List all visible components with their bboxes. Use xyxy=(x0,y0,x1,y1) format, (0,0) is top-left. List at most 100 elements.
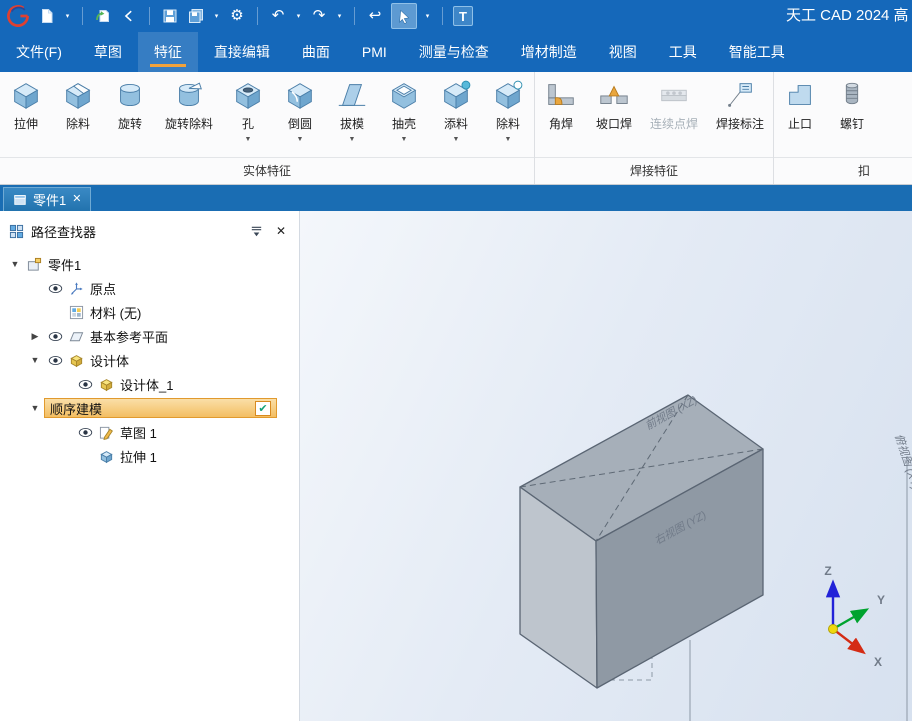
round-icon xyxy=(283,78,317,112)
caret-down-icon[interactable]: ▼ xyxy=(245,136,252,145)
ribbon-button-label: 除料 xyxy=(66,115,90,132)
tree-row-material[interactable]: 材料 (无) xyxy=(0,300,299,324)
ribbon-button-hole[interactable]: 孔 ▼ xyxy=(222,78,274,145)
ribbon-button-round[interactable]: 倒圆 ▼ xyxy=(274,78,326,145)
weld-callout-icon xyxy=(723,78,757,112)
tree-row-label: 材料 (无) xyxy=(90,303,141,322)
menu-tab-features[interactable]: 特征 xyxy=(138,32,198,72)
close-icon[interactable]: ✕ xyxy=(72,194,81,205)
expander-down-icon[interactable]: ▼ xyxy=(26,403,44,413)
model-box[interactable] xyxy=(520,395,763,688)
tree-row-design-body[interactable]: ▼ 设计体 xyxy=(0,348,299,372)
tree-row-ordered-modeling[interactable]: ▼ 顺序建模 ✔ xyxy=(0,396,299,420)
caret-down-icon[interactable]: ▾ xyxy=(212,12,221,20)
expander-right-icon[interactable]: ▶ xyxy=(26,331,44,342)
orientation-triad: Z Y X xyxy=(824,564,885,669)
tree-row-origin[interactable]: 原点 xyxy=(0,276,299,300)
cut-icon xyxy=(61,78,95,112)
viewport[interactable]: 前视图 (XZ) 俯视图 (XY) 右视图 (YZ) Z Y X xyxy=(300,211,912,721)
expander-down-icon[interactable]: ▼ xyxy=(26,355,44,365)
menu-tab-pmi[interactable]: PMI xyxy=(346,32,403,72)
menu-tab-additive[interactable]: 增材制造 xyxy=(505,32,593,72)
dock-options-button[interactable] xyxy=(247,222,265,240)
tree-row-part1[interactable]: ▼ 零件1 xyxy=(0,252,299,276)
ribbon-button-label: 止口 xyxy=(788,115,812,132)
ribbon-button-extrude[interactable]: 拉伸 xyxy=(0,78,52,132)
ordered-modeling-checkbox[interactable]: ✔ xyxy=(255,401,271,416)
close-panel-button[interactable]: ✕ xyxy=(272,222,290,240)
ribbon-button-revolve[interactable]: 旋转 xyxy=(104,78,156,132)
caret-down-icon[interactable]: ▼ xyxy=(297,136,304,145)
menu-tab-tools[interactable]: 工具 xyxy=(653,32,713,72)
save-button[interactable] xyxy=(160,6,180,26)
visibility-eye-icon[interactable] xyxy=(44,283,66,294)
menu-tab-surface[interactable]: 曲面 xyxy=(286,32,346,72)
tree-row-base-reference-planes[interactable]: ▶ 基本参考平面 xyxy=(0,324,299,348)
new-document-icon xyxy=(39,8,55,24)
ribbon-button-cut[interactable]: 除料 xyxy=(52,78,104,132)
tree-row-extrude-1[interactable]: 拉伸 1 xyxy=(0,444,299,468)
menu-tab-sketch[interactable]: 草图 xyxy=(78,32,138,72)
settings-gear-button[interactable]: ⚙ xyxy=(227,6,247,26)
caret-down-icon[interactable]: ▼ xyxy=(349,136,356,145)
caret-down-icon[interactable]: ▾ xyxy=(423,12,432,20)
undo-button[interactable]: ↶ xyxy=(268,6,288,26)
expander-down-icon[interactable]: ▼ xyxy=(6,259,24,269)
menu-tab-direct-edit[interactable]: 直接编辑 xyxy=(198,32,286,72)
ribbon-button-label: 拉伸 xyxy=(14,115,38,132)
extrude-feature-icon xyxy=(96,449,116,464)
ribbon-button-label: 旋转除料 xyxy=(165,115,213,132)
ribbon-button-fillet-weld[interactable]: 角焊 xyxy=(535,78,587,132)
ribbon-button-label: 螺钉 xyxy=(840,115,864,132)
toolbar-separator xyxy=(82,7,83,25)
tree-row-sketch-1[interactable]: 草图 1 xyxy=(0,420,299,444)
return-arrow-button[interactable]: ↩ xyxy=(365,6,385,26)
caret-down-icon[interactable]: ▾ xyxy=(294,12,303,20)
ribbon-group-label: 实体特征 xyxy=(0,157,534,184)
plane-label-top[interactable]: 俯视图 (XY) xyxy=(892,432,912,492)
ribbon-button-screw[interactable]: 螺钉 xyxy=(826,78,878,132)
menu-tab-smart-tools[interactable]: 智能工具 xyxy=(713,32,801,72)
ribbon-button-revolved-cut[interactable]: 旋转除料 xyxy=(156,78,222,132)
ribbon-button-remove-material[interactable]: 除料 ▼ xyxy=(482,78,534,145)
revolve-icon xyxy=(113,78,147,112)
visibility-eye-icon[interactable] xyxy=(74,379,96,390)
caret-down-icon[interactable]: ▼ xyxy=(401,136,408,145)
visibility-eye-icon[interactable] xyxy=(74,427,96,438)
ribbon-button-lip[interactable]: 止口 xyxy=(774,78,826,132)
ribbon-button-shell[interactable]: 抽壳 ▼ xyxy=(378,78,430,145)
ordered-modeling-highlight[interactable]: 顺序建模 ✔ xyxy=(44,398,277,418)
app-window: ▾ xyxy=(0,0,912,721)
redo-button[interactable]: ↷ xyxy=(309,6,329,26)
menu-tab-file[interactable]: 文件(F) xyxy=(0,32,78,72)
app-logo[interactable] xyxy=(5,3,31,29)
back-button[interactable] xyxy=(119,6,139,26)
caret-down-icon[interactable]: ▼ xyxy=(505,136,512,145)
fillet-weld-icon xyxy=(544,78,578,112)
caret-down-icon[interactable]: ▾ xyxy=(335,12,344,20)
caret-down-icon[interactable]: ▾ xyxy=(63,12,72,20)
ribbon-button-spot-weld: 连续点焊 xyxy=(641,78,707,132)
menu-tab-measure-inspect[interactable]: 测量与检查 xyxy=(403,32,505,72)
visibility-eye-icon[interactable] xyxy=(44,331,66,342)
ribbon-button-add-material[interactable]: 添料 ▼ xyxy=(430,78,482,145)
design-body-icon xyxy=(96,377,116,392)
new-document-button[interactable] xyxy=(37,6,57,26)
menu-tab-view[interactable]: 视图 xyxy=(593,32,653,72)
visibility-eye-icon[interactable] xyxy=(44,355,66,366)
z-axis-label: Z xyxy=(824,564,831,578)
text-tool-button[interactable]: T xyxy=(453,6,473,26)
tree-row-design-body-1[interactable]: 设计体_1 xyxy=(0,372,299,396)
ribbon-button-draft[interactable]: 拔模 ▼ xyxy=(326,78,378,145)
open-button[interactable] xyxy=(93,6,113,26)
viewport-canvas[interactable]: 前视图 (XZ) 俯视图 (XY) 右视图 (YZ) Z Y X xyxy=(300,211,912,721)
select-tool-button[interactable] xyxy=(391,3,417,29)
ribbon-button-groove-weld[interactable]: 坡口焊 xyxy=(587,78,641,132)
caret-down-icon[interactable]: ▼ xyxy=(453,136,460,145)
save-all-button[interactable] xyxy=(186,6,206,26)
pathfinder-title: 路径查找器 xyxy=(31,222,96,241)
document-tab-part1[interactable]: 零件1 ✕ xyxy=(3,187,91,211)
open-icon xyxy=(95,8,111,24)
ribbon-button-weld-callout[interactable]: 焊接标注 xyxy=(707,78,773,132)
tree-row-label: 顺序建模 xyxy=(50,399,102,418)
